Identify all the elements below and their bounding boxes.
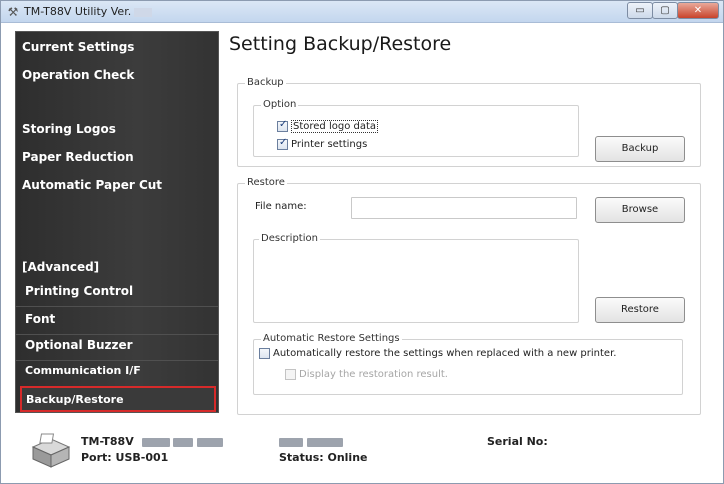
divider [16,360,218,361]
printer-status: Status: Online [279,451,368,464]
redacted-text [197,437,224,447]
display-result-checkbox[interactable]: Display the restoration result. [285,369,448,380]
divider [16,306,218,307]
file-name-input[interactable] [351,197,577,219]
printer-region [279,435,343,448]
minimize-button[interactable]: ▭ [627,2,653,19]
close-button[interactable]: ✕ [677,2,719,19]
sidebar-item-operation-check[interactable]: Operation Check [16,68,218,88]
stored-logo-label: Stored logo data [291,120,379,133]
printer-settings-label: Printer settings [291,139,368,150]
sidebar-item-label: Communication I/F [25,364,141,377]
browse-button[interactable]: Browse [595,197,685,223]
version-number-redacted [134,7,153,17]
auto-restore-checkbox[interactable]: Automatically restore the settings when … [259,348,616,359]
divider [16,334,218,335]
status-footer: TM-T88V Port: USB-001 Status: Online Ser… [1,421,723,483]
sidebar-item-label: Font [25,312,56,326]
stored-logo-checkbox[interactable]: Stored logo data [277,119,379,133]
window-title-text: TM-T88V Utility Ver. [24,5,132,18]
sidebar-item-communication-if[interactable]: Communication I/F [16,364,218,384]
sidebar-item-automatic-paper-cut[interactable]: Automatic Paper Cut [16,178,218,198]
checkbox-unchecked-icon [285,369,296,380]
description-label: Description [259,233,320,244]
page-title: Setting Backup/Restore [229,33,452,55]
sidebar-item-printing-control[interactable]: Printing Control [16,284,218,306]
option-group-label: Option [261,99,299,110]
printer-icon [31,433,71,468]
redacted-text [279,437,303,447]
app-window: ⚒ TM-T88V Utility Ver. ▭ ▢ ✕ Current Set… [0,0,724,484]
sidebar-item-optional-buzzer[interactable]: Optional Buzzer [16,338,218,360]
window-controls: ▭ ▢ ✕ [627,2,719,20]
sidebar-item-current-settings[interactable]: Current Settings [16,40,218,60]
tool-icon: ⚒ [7,5,19,19]
sidebar-item-label: Paper Reduction [22,150,134,164]
auto-restore-label: Automatically restore the settings when … [273,348,617,359]
printer-model: TM-T88V [81,435,224,448]
sidebar-item-label: Backup/Restore [26,393,124,406]
sidebar-item-label: Current Settings [22,40,135,54]
sidebar-item-storing-logos[interactable]: Storing Logos [16,122,218,142]
serial-number-label: Serial No: [487,435,548,448]
sidebar-item-label: Operation Check [22,68,135,82]
advanced-section-header: [Advanced] [22,260,100,274]
restore-button[interactable]: Restore [595,297,685,323]
checkbox-checked-icon [277,137,288,150]
maximize-button[interactable]: ▢ [652,2,678,19]
sidebar-item-paper-reduction[interactable]: Paper Reduction [16,150,218,170]
sidebar: Current Settings Operation Check Storing… [15,31,219,413]
sidebar-item-label: Automatic Paper Cut [22,178,163,192]
sidebar-item-label: Optional Buzzer [25,338,133,352]
printer-model-name: TM-T88V [81,435,134,448]
printer-port: Port: USB-001 [81,451,169,464]
backup-button[interactable]: Backup [595,136,685,162]
description-box [253,239,579,323]
auto-restore-group-label: Automatic Restore Settings [261,333,402,344]
file-name-label: File name: [255,201,307,212]
checkbox-checked-icon [277,119,288,132]
display-result-label: Display the restoration result. [299,369,448,380]
restore-group-label: Restore [245,177,287,188]
backup-group-label: Backup [245,77,286,88]
redacted-text [173,437,194,447]
title-bar[interactable]: ⚒ TM-T88V Utility Ver. ▭ ▢ ✕ [1,1,723,23]
sidebar-item-label: Printing Control [25,284,134,298]
checkbox-unchecked-icon [259,348,270,359]
printer-settings-checkbox[interactable]: Printer settings [277,137,368,150]
window-title: TM-T88V Utility Ver. [24,5,153,18]
redacted-text [141,437,170,447]
sidebar-item-backup-restore[interactable]: Backup/Restore [20,386,216,412]
redacted-text [306,437,343,447]
sidebar-item-label: Storing Logos [22,122,116,136]
sidebar-item-font[interactable]: Font [16,312,218,334]
